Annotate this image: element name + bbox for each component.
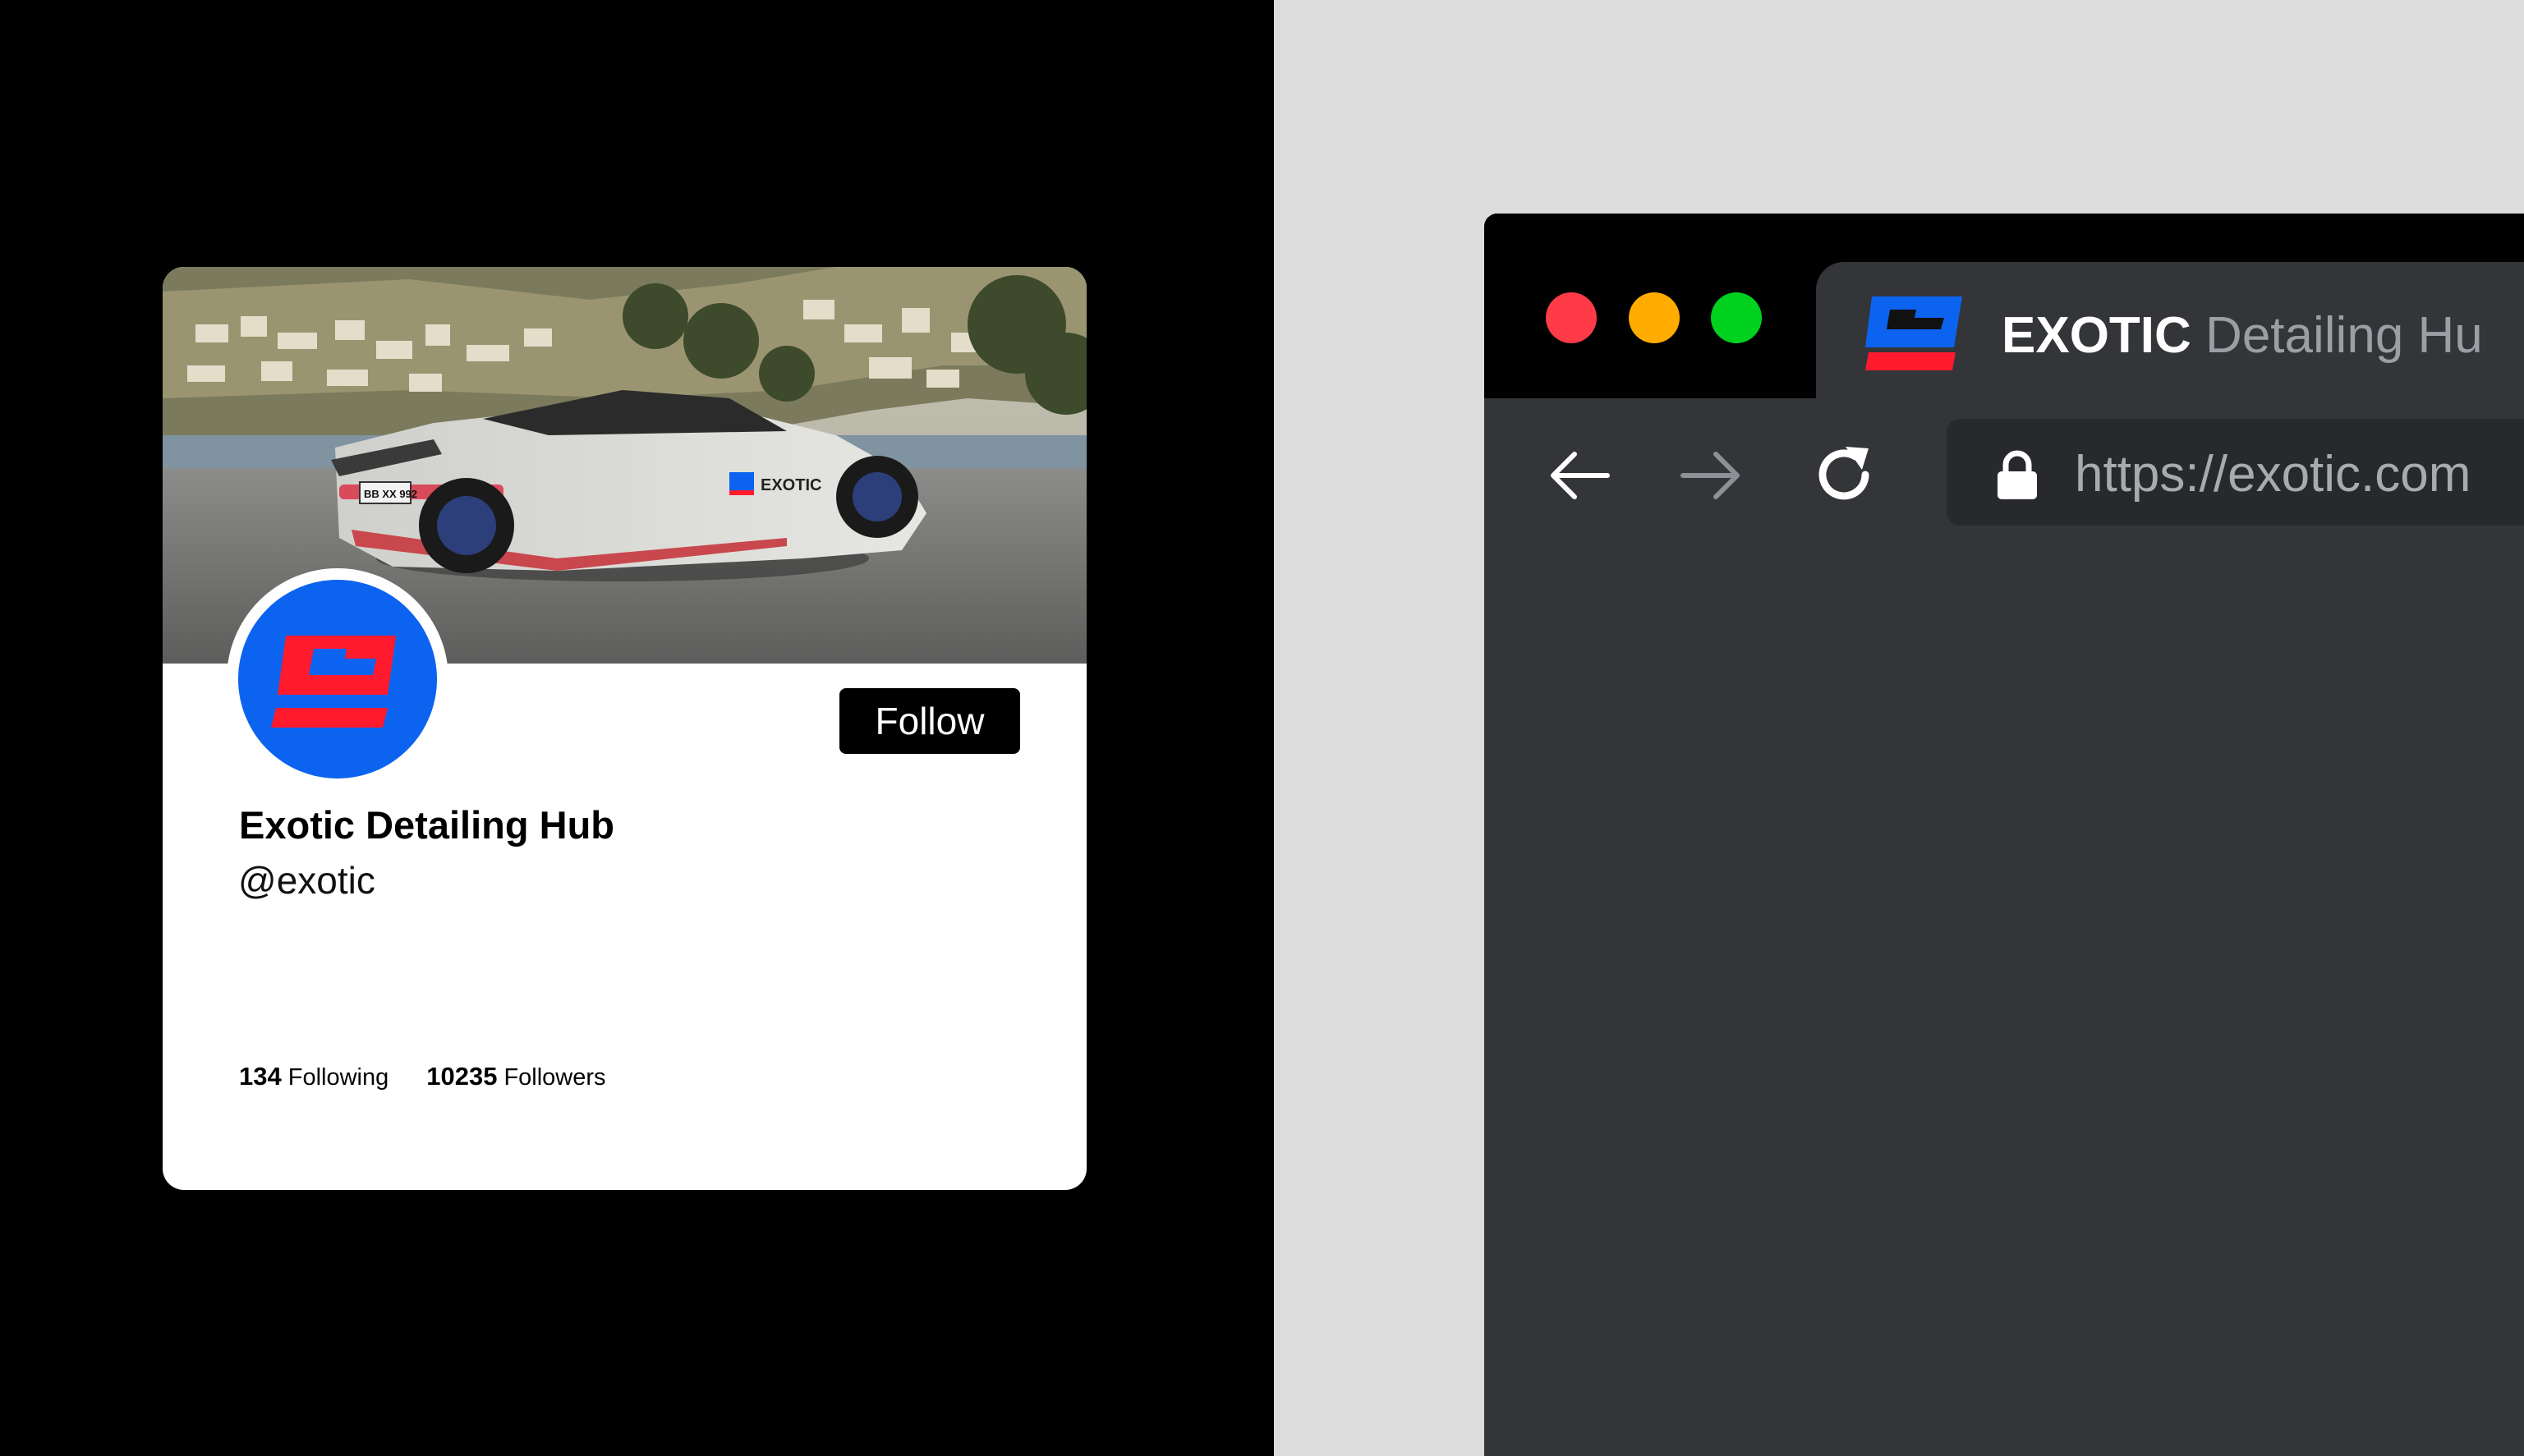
browser-window: EXOTIC Detailing Hu https://exotic.com <box>1484 214 2524 1456</box>
window-minimize-button[interactable] <box>1629 292 1680 343</box>
exotic-logo-icon <box>271 636 396 728</box>
arrow-left-icon[interactable] <box>1547 447 1612 504</box>
lock-icon <box>1998 450 2037 499</box>
profile-display-name: Exotic Detailing Hub <box>239 803 614 847</box>
reload-icon[interactable] <box>1811 442 1877 508</box>
browser-tab[interactable]: EXOTIC Detailing Hu <box>1816 262 2524 398</box>
profile-stats: 134 Following 10235 Followers <box>239 1062 606 1091</box>
banner-car-logo-text: EXOTIC <box>761 476 821 494</box>
tab-title: EXOTIC Detailing Hu <box>2002 306 2483 365</box>
followers-count: 10235 <box>426 1062 498 1091</box>
profile-card: BB XX 992 EXOTIC Follow Exotic Detailing… <box>163 267 1087 1190</box>
address-bar[interactable]: https://exotic.com <box>1947 419 2524 526</box>
banner-plate-text: BB XX 992 <box>364 488 417 500</box>
follow-button[interactable]: Follow <box>839 688 1020 754</box>
profile-handle: @exotic <box>238 859 375 902</box>
url-text: https://exotic.com <box>2075 446 2471 503</box>
tab-title-brand: EXOTIC <box>2002 307 2191 364</box>
following-stat[interactable]: 134 Following <box>239 1062 388 1091</box>
followers-stat[interactable]: 10235 Followers <box>426 1062 605 1091</box>
window-close-button[interactable] <box>1546 292 1597 343</box>
avatar[interactable] <box>238 580 437 779</box>
following-label: Following <box>287 1064 389 1091</box>
tab-favicon-exotic-logo-icon <box>1865 296 1962 370</box>
tab-title-rest: Detailing Hu <box>2205 307 2483 364</box>
tab-strip: EXOTIC Detailing Hu <box>1484 214 2524 398</box>
window-maximize-button[interactable] <box>1711 292 1762 343</box>
arrow-right-icon[interactable] <box>1678 447 1744 504</box>
followers-label: Followers <box>503 1064 606 1091</box>
following-count: 134 <box>239 1062 282 1091</box>
